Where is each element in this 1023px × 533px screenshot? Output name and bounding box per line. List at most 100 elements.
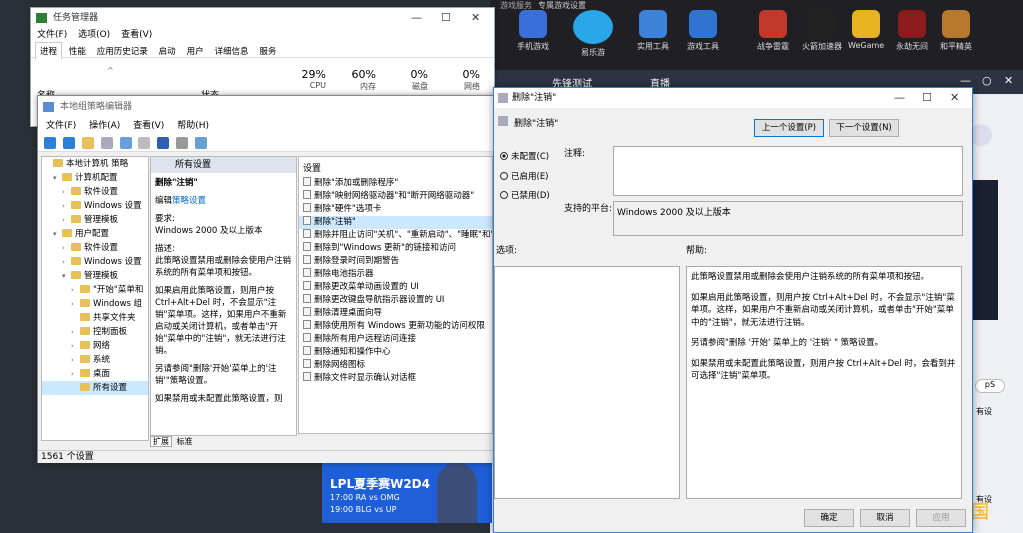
help-icon[interactable] [157,137,170,149]
tree-item[interactable]: › 桌面 [42,367,148,381]
tab-users[interactable]: 用户 [183,43,208,59]
setting-row[interactable]: 删除"添加或删除程序" [299,177,492,190]
chevron-icon[interactable]: ▾ [62,269,71,283]
chevron-icon[interactable]: › [71,339,80,353]
setting-row[interactable]: 删除"映射网络驱动器"和"断开网络驱动器" [299,190,492,203]
close-icon[interactable]: ✕ [1004,74,1013,87]
apply-button[interactable]: 应用 [916,509,966,527]
chevron-icon[interactable]: ▾ [53,227,62,241]
radio-enabled[interactable]: 已启用(E) [500,170,549,182]
tab-startup[interactable]: 启动 [155,43,180,59]
back-icon[interactable] [44,137,56,149]
minimize-icon[interactable]: — [411,11,422,24]
setting-row[interactable]: 删除并阻止访问"关机"、"重新启动"、"睡眠"和"休 [299,229,492,242]
setting-row[interactable]: 删除更改菜单动画设置的 UI [299,281,492,294]
chevron-icon[interactable]: › [71,353,80,367]
menu-file[interactable]: 文件(F) [37,30,67,40]
tree-item[interactable]: › 系统 [42,353,148,367]
radio-disabled[interactable]: 已禁用(D) [500,189,550,201]
menu-action[interactable]: 操作(A) [89,121,120,131]
maximize-icon[interactable]: ☐ [922,91,932,104]
chevron-icon[interactable]: › [62,199,71,213]
menu-view[interactable]: 查看(V) [133,121,164,131]
side-tag[interactable]: pS [975,379,1005,393]
export-list-icon[interactable] [138,137,151,149]
setting-row[interactable]: 删除登录时间到期警告 [299,255,492,268]
close-icon[interactable]: ✕ [471,11,480,24]
tree-item[interactable]: › 网络 [42,339,148,353]
app-pubg[interactable]: 和平精英 [938,10,974,52]
tab-app-history[interactable]: 应用历史记录 [93,43,152,59]
menu-file[interactable]: 文件(F) [46,121,76,131]
app-rocket[interactable]: 火箭加速器 [800,10,844,52]
app-naraka[interactable]: 永劫无间 [894,10,930,52]
tab-standard[interactable]: 标准 [175,437,195,446]
chevron-icon[interactable]: › [71,297,80,311]
app-game-tools[interactable]: 游戏工具 [685,10,721,52]
tree-item[interactable]: 所有设置 [42,381,148,395]
filter-icon[interactable] [195,137,207,149]
setting-row[interactable]: 删除清理桌面向导 [299,307,492,320]
setting-row[interactable]: 删除网络图标 [299,359,492,372]
maximize-icon[interactable]: ○ [982,74,992,87]
setting-row[interactable]: 删除电池指示器 [299,268,492,281]
tree-item[interactable]: › 管理模板 [42,213,148,227]
tree-item[interactable]: › 软件设置 [42,185,148,199]
menu-options[interactable]: 选项(O) [78,30,110,40]
up-folder-icon[interactable] [81,137,94,149]
setting-row[interactable]: 删除所有用户远程访问连接 [299,333,492,346]
minimize-icon[interactable]: — [960,74,971,87]
prev-setting-button[interactable]: 上一个设置(P) [754,119,824,137]
minimize-icon[interactable]: — [894,91,905,104]
chevron-icon[interactable]: › [62,255,71,269]
col-network[interactable]: 0% 网络 [445,68,480,92]
chevron-icon[interactable]: › [62,241,71,255]
chevron-icon[interactable]: › [71,283,80,297]
tab-services[interactable]: 服务 [255,43,280,59]
setting-row[interactable]: 删除"注销" [299,216,492,229]
setting-row[interactable]: 删除到"Windows 更新"的链接和访问 [299,242,492,255]
tree-item[interactable]: › 软件设置 [42,241,148,255]
lpl-banner[interactable]: LPL夏季赛W2D4 17:00 RA vs OMG 19:00 BLG vs … [322,463,492,523]
edit-policy-link[interactable]: 策略设置 [172,196,206,206]
setting-row[interactable]: 删除"硬件"选项卡 [299,203,492,216]
app-shouji[interactable]: 手机游戏 [515,10,551,52]
app-yileyou[interactable]: 易乐游 [570,10,616,58]
chevron-icon[interactable]: › [71,367,80,381]
chevron-icon[interactable]: › [71,325,80,339]
tree-item[interactable]: › Windows 设置 [42,199,148,213]
setting-row[interactable]: 删除使用所有 Windows 更新功能的访问权限 [299,320,492,333]
radio-unconfigured[interactable]: 未配置(C) [500,150,549,162]
tree-item[interactable]: 本地计算机 策略 [42,157,148,171]
tab-processes[interactable]: 进程 [35,42,63,60]
tab-extended[interactable]: 扩展 [150,436,172,447]
setting-row[interactable]: 删除文件时显示确认对话框 [299,372,492,385]
tree-item[interactable]: ▾ 管理模板 [42,269,148,283]
forward-icon[interactable] [62,137,75,149]
chevron-icon[interactable]: › [62,213,71,227]
app-wegame[interactable]: WeGame [848,10,884,50]
maximize-icon[interactable]: ☐ [441,11,451,24]
tree-item[interactable]: › Windows 组 [42,297,148,311]
tree-item[interactable]: ▾ 计算机配置 [42,171,148,185]
cancel-button[interactable]: 取消 [860,509,910,527]
list-header[interactable]: 设置 [299,161,492,177]
col-disk[interactable]: 0% 磁盘 [393,68,428,92]
properties-icon[interactable] [100,137,113,149]
view-icon[interactable] [176,137,189,149]
tree-item[interactable]: 共享文件夹 [42,311,148,325]
search-icon[interactable] [970,124,992,146]
col-cpu[interactable]: 29% CPU [291,68,326,90]
col-memory[interactable]: 60% 内存 [341,68,376,92]
next-setting-button[interactable]: 下一个设置(N) [829,119,899,137]
tree-item[interactable]: › 控制面板 [42,325,148,339]
app-war-thunder[interactable]: 战争雷霆 [755,10,791,52]
chevron-icon[interactable]: › [62,185,71,199]
chevron-icon[interactable]: ▾ [53,171,62,185]
comment-textarea[interactable] [613,146,963,196]
menu-help[interactable]: 帮助(H) [177,121,209,131]
setting-row[interactable]: 删除通知和操作中心 [299,346,492,359]
tree-item[interactable]: › Windows 设置 [42,255,148,269]
tab-details[interactable]: 详细信息 [210,43,252,59]
ok-button[interactable]: 确定 [804,509,854,527]
